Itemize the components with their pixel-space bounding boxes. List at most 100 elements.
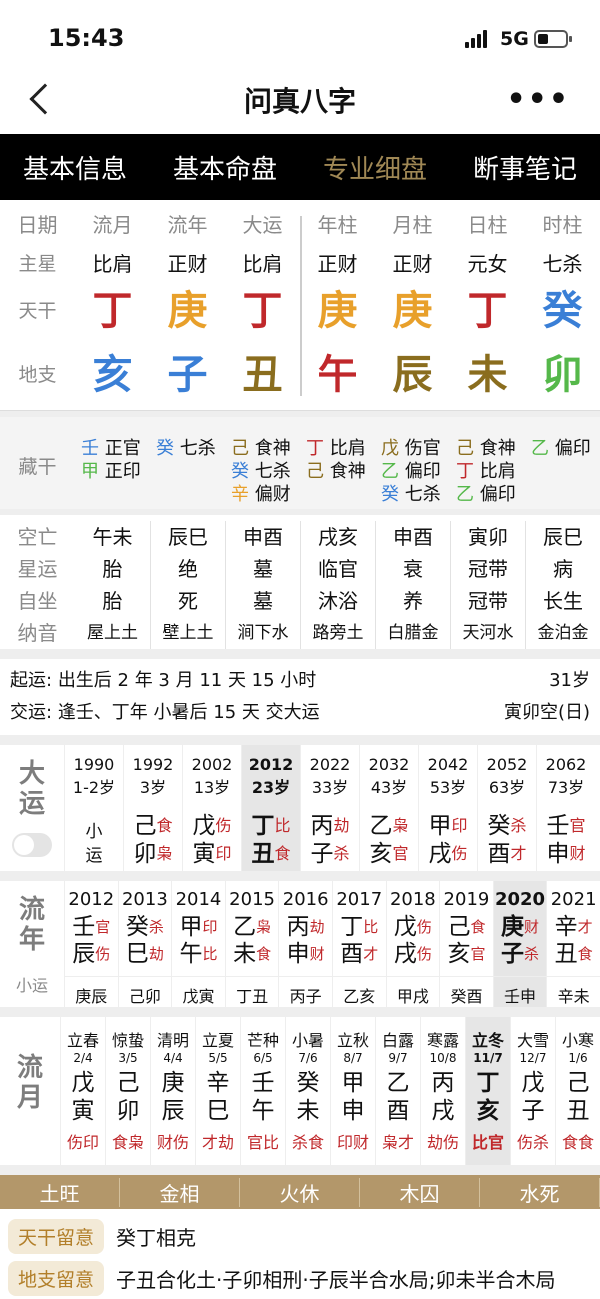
liunian-ganzhi: 壬辰官伤 [65,914,118,968]
liunian-item[interactable]: 2014 甲午印比戊寅 [171,881,225,1007]
dayun-item[interactable]: 2022 33岁丙子劫杀 [300,745,359,871]
canggan-god: 比肩 [479,461,516,482]
liunian-item[interactable]: 2020 庚子财杀壬申 [492,881,547,1007]
liuyue-gods: 食枭 [111,1133,144,1152]
liunian-year: 2013 [121,889,168,910]
canggan-cell: 戊 伤官乙 偏印癸 七杀 [375,437,450,517]
dayun-item[interactable]: 2032 43岁乙亥枭官 [359,745,418,871]
liuyue-chars: 甲申 [341,1070,365,1124]
note-tag[interactable]: 地支留意 [8,1260,105,1296]
liunian-xiaoyun: 丙子 [279,976,332,1007]
dayun-chars: 甲戌 [428,813,452,867]
back-arrow-icon[interactable] [29,83,61,115]
tab-basic-info[interactable]: 基本信息 [23,149,127,186]
xiaoyun-toggle[interactable] [12,833,52,857]
liunian-item[interactable]: 2015 乙未枭食丁丑 [224,881,279,1007]
canggan-line: 癸 七杀 [381,483,450,506]
pillar-header: 月柱 [392,213,433,237]
liuyue-item[interactable]: 大雪 12/7 戊子伤杀 [510,1017,555,1165]
liuyue-item[interactable]: 惊蛰 3/5 己卯食枭 [105,1017,150,1165]
liuyue-chars: 乙酉 [386,1070,410,1124]
kong-label: 自坐 [17,589,58,613]
pillar-header: 日柱 [467,213,508,237]
liuyue-item[interactable]: 小寒 1/6 己丑食食 [555,1017,600,1165]
canggan-god: 伤官 [404,438,441,459]
canggan-god: 食神 [254,438,291,459]
liuyue-item[interactable]: 立夏 5/5 辛巳才劫 [195,1017,240,1165]
liuyue-date: 9/7 [388,1051,408,1065]
tab-pro-chart[interactable]: 专业细盘 [323,149,427,186]
liuyue-item[interactable]: 白露 9/7 乙酉枭才 [375,1017,420,1165]
dayun-ganzhi: 己卯食枭 [124,812,182,868]
dizhi-char: 丑 [242,352,283,398]
liuyue-item[interactable]: 小暑 7/6 癸未杀食 [285,1017,330,1165]
liuyue-item[interactable]: 寒露 10/8 丙戌劫伤 [420,1017,465,1165]
liunian-label-1: 流 [18,895,45,925]
kong-cell: 胎 [102,589,123,613]
status-bar: 15:43 5G [0,0,600,76]
canggan-stem: 己 [231,438,249,459]
liuyue-item[interactable]: 立春 2/4 戊寅伤印 [60,1017,105,1165]
liuyue-date: 12/7 [519,1051,547,1065]
liunian-ganzhi: 辛丑才食 [547,914,600,968]
dayun-item[interactable]: 2002 13岁戊寅伤印 [182,745,241,871]
liunian-item[interactable]: 2017 丁酉比才乙亥 [331,881,386,1007]
kong-label: 空亡 [17,525,58,549]
notes: 天干留意 癸丁相克 地支留意 子丑合化土·子卯相刑·子辰半合水局;卯未半合木局 [0,1209,600,1299]
liuyue-gods: 枭才 [381,1133,414,1152]
canggan-god: 偏财 [254,484,291,505]
pillars-table: 日期 流月 流年 大运 年柱 月柱 日柱 时柱 主星 比肩 正财 比肩 正财 正财 元女 七杀 天干丁庚丁庚… [0,204,600,411]
canggan-cell: 癸 七杀 [150,437,225,517]
dayun-item[interactable]: 2062 73岁壬申官财 [536,745,595,871]
kong-cell: 病 [525,553,600,585]
tiangan-char: 庚 [317,288,358,334]
dizhi-char: 辰 [392,352,433,398]
liuyue-jieqi: 小暑 [291,1031,324,1050]
liuyue-label-2: 月 [16,1083,43,1113]
canggan-line: 己 食神 [456,437,525,460]
liuyue-jieqi: 寒露 [426,1031,459,1050]
canggan-line: 丁 比肩 [306,437,375,460]
dayun-age: 1-2岁 [72,778,116,797]
note-text: 癸丁相克 [116,1225,197,1250]
dayun-item[interactable]: 2012 23岁丁丑比食 [241,745,300,871]
dayun-item[interactable]: 2052 63岁癸酉杀才 [477,745,536,871]
liuyue-item[interactable]: 芒种 6/5 壬午官比 [240,1017,285,1165]
liuyue-item[interactable]: 立秋 8/7 甲申印财 [330,1017,375,1165]
liunian-item[interactable]: 2016 丙申劫财丙子 [278,881,332,1007]
dayun-ganzhi: 甲戌印伤 [419,812,477,868]
dayun-item[interactable]: 1992 3岁己卯食枭 [123,745,182,871]
tab-basic-chart[interactable]: 基本命盘 [173,149,277,186]
liunian-ganzhi: 己亥食官 [440,914,493,968]
dayun-item[interactable]: 1990 1-2岁小运 [64,745,123,871]
tiangan-char: 丁 [467,288,508,334]
canggan-stem: 乙 [456,484,474,505]
liunian-xiaoyun: 癸酉 [440,976,493,1007]
liunian-item[interactable]: 2019 己亥食官癸酉 [439,881,493,1007]
liunian-item[interactable]: 2012 壬辰官伤庚辰 [64,881,118,1007]
note-tiangan: 天干留意 癸丁相克 [0,1215,600,1257]
liunian-item[interactable]: 2013 癸巳杀劫己卯 [117,881,172,1007]
dizhi-char: 未 [467,352,508,398]
hidden-stems-row: 藏干壬 正官甲 正印癸 七杀己 食神癸 七杀辛 偏财丁 比肩己 食神戊 伤官乙 … [0,411,600,509]
liuyue-item[interactable]: 立冬 11/7 丁亥比官 [465,1017,510,1165]
dayun-item[interactable]: 2042 53岁甲戌印伤 [418,745,477,871]
dayun-chars: 丙子 [310,813,334,867]
liuyue-gods: 伤杀 [516,1133,549,1152]
tab-bar: 基本信息 基本命盘 专业细盘 断事笔记 [0,134,600,200]
dayun-gods: 食枭 [156,816,173,863]
liunian-label-2: 年 [18,925,45,955]
liuyue-jieqi: 立春 [66,1031,99,1050]
liuyue-gods: 食食 [561,1133,594,1152]
xiaoyun-label: 小运 [15,976,48,995]
liuyue-item[interactable]: 清明 4/4 庚辰财伤 [150,1017,195,1165]
liunian-item[interactable]: 2018 戊戌伤伤甲戌 [385,881,440,1007]
note-tag[interactable]: 天干留意 [8,1218,105,1254]
canggan-god: 食神 [329,461,366,482]
kong-row: 星运 胎 绝墓临官衰冠带病 [0,553,600,585]
liunian-item[interactable]: 2021 辛丑才食辛未 [546,881,600,1007]
tab-notes[interactable]: 断事笔记 [473,149,577,186]
more-options-icon[interactable]: ••• [506,82,570,117]
liunian-year: 2014 [175,889,222,910]
liunian-ganzhi: 丁酉比才 [333,914,386,968]
